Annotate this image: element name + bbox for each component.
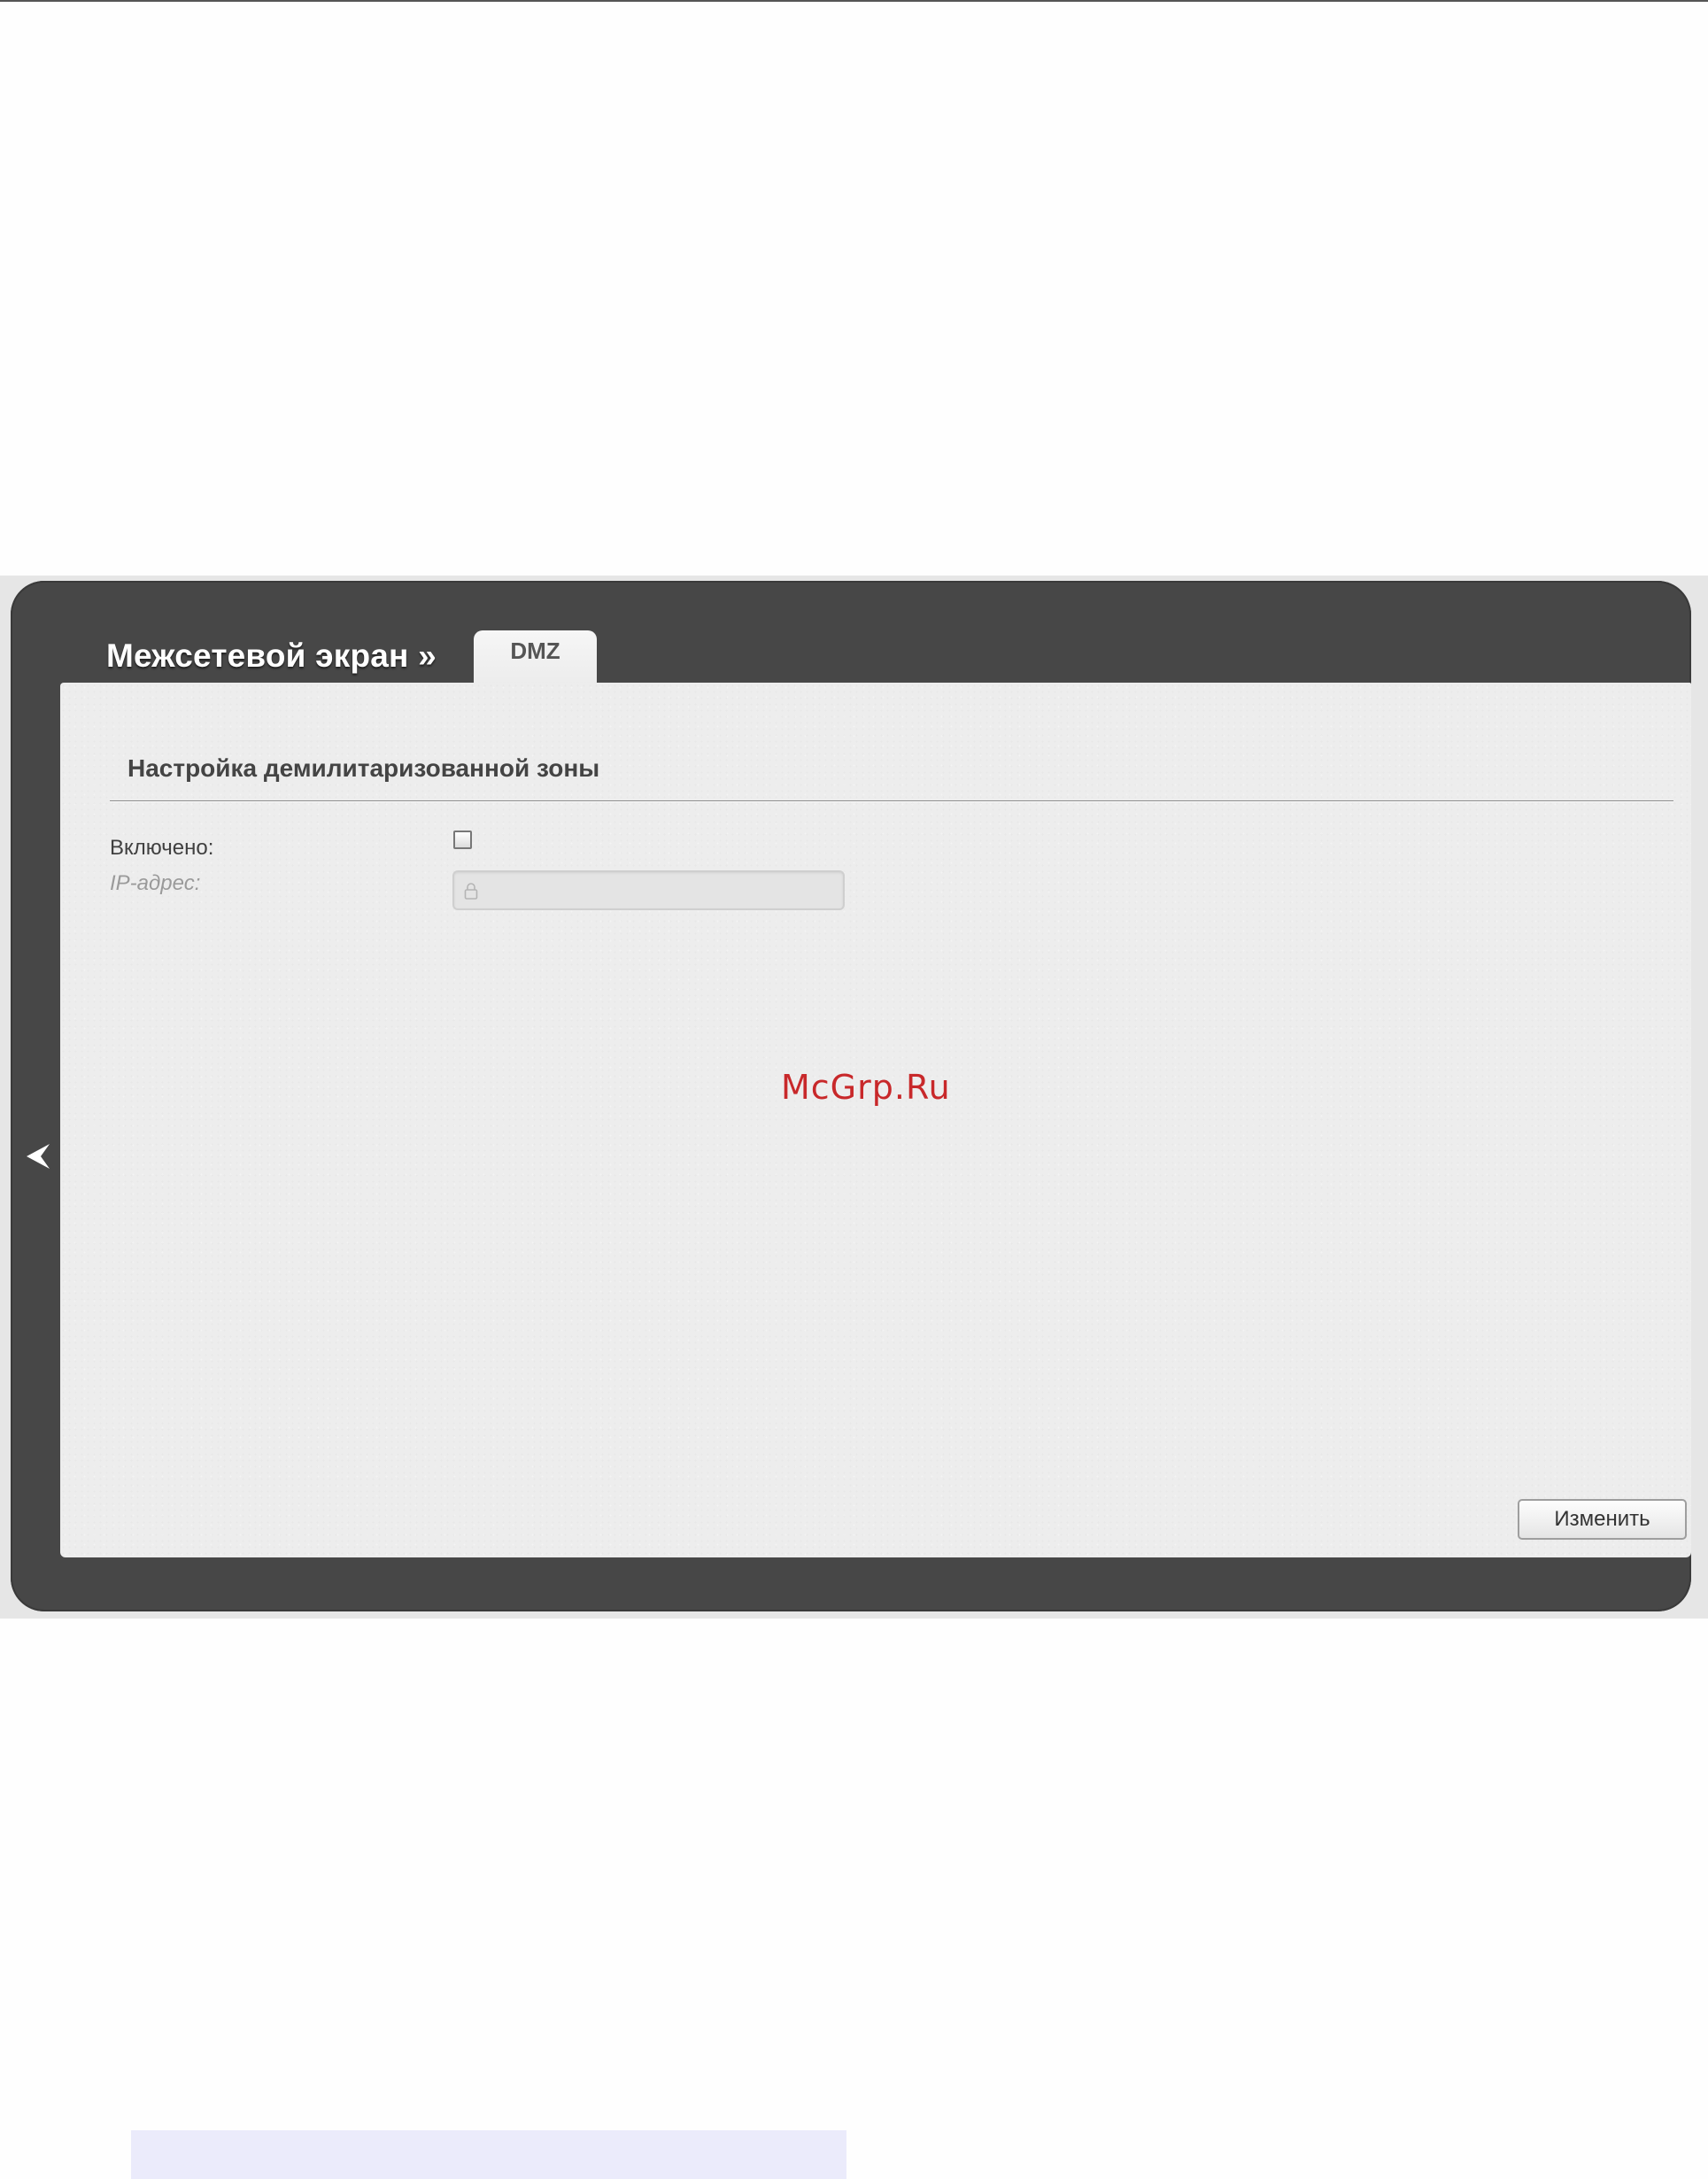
router-ui-window: Межсетевой экран » DMZ Настройка демилит…: [11, 581, 1691, 1611]
ip-address-input[interactable]: [484, 872, 842, 910]
page-top-rule: [0, 0, 1708, 2]
apply-button[interactable]: Изменить: [1518, 1499, 1687, 1540]
heading-divider: [110, 800, 1673, 801]
enabled-label: Включено:: [110, 836, 214, 860]
ip-address-field[interactable]: [452, 870, 845, 910]
section-title: Межсетевой экран »: [106, 637, 437, 674]
watermark: McGrp.Ru: [781, 1068, 951, 1107]
enabled-checkbox[interactable]: [453, 831, 472, 849]
lock-icon: [464, 883, 478, 900]
settings-panel: Настройка демилитаризованной зоны Включе…: [60, 683, 1691, 1557]
back-arrow-icon[interactable]: [23, 1137, 53, 1176]
tab-dmz[interactable]: DMZ: [474, 630, 597, 685]
router-ui-frame: Межсетевой экран » DMZ Настройка демилит…: [0, 576, 1708, 1619]
panel-heading: Настройка демилитаризованной зоны: [128, 754, 600, 782]
highlight-bar: [131, 2130, 846, 2179]
ip-address-label: IP-адрес:: [110, 871, 201, 895]
